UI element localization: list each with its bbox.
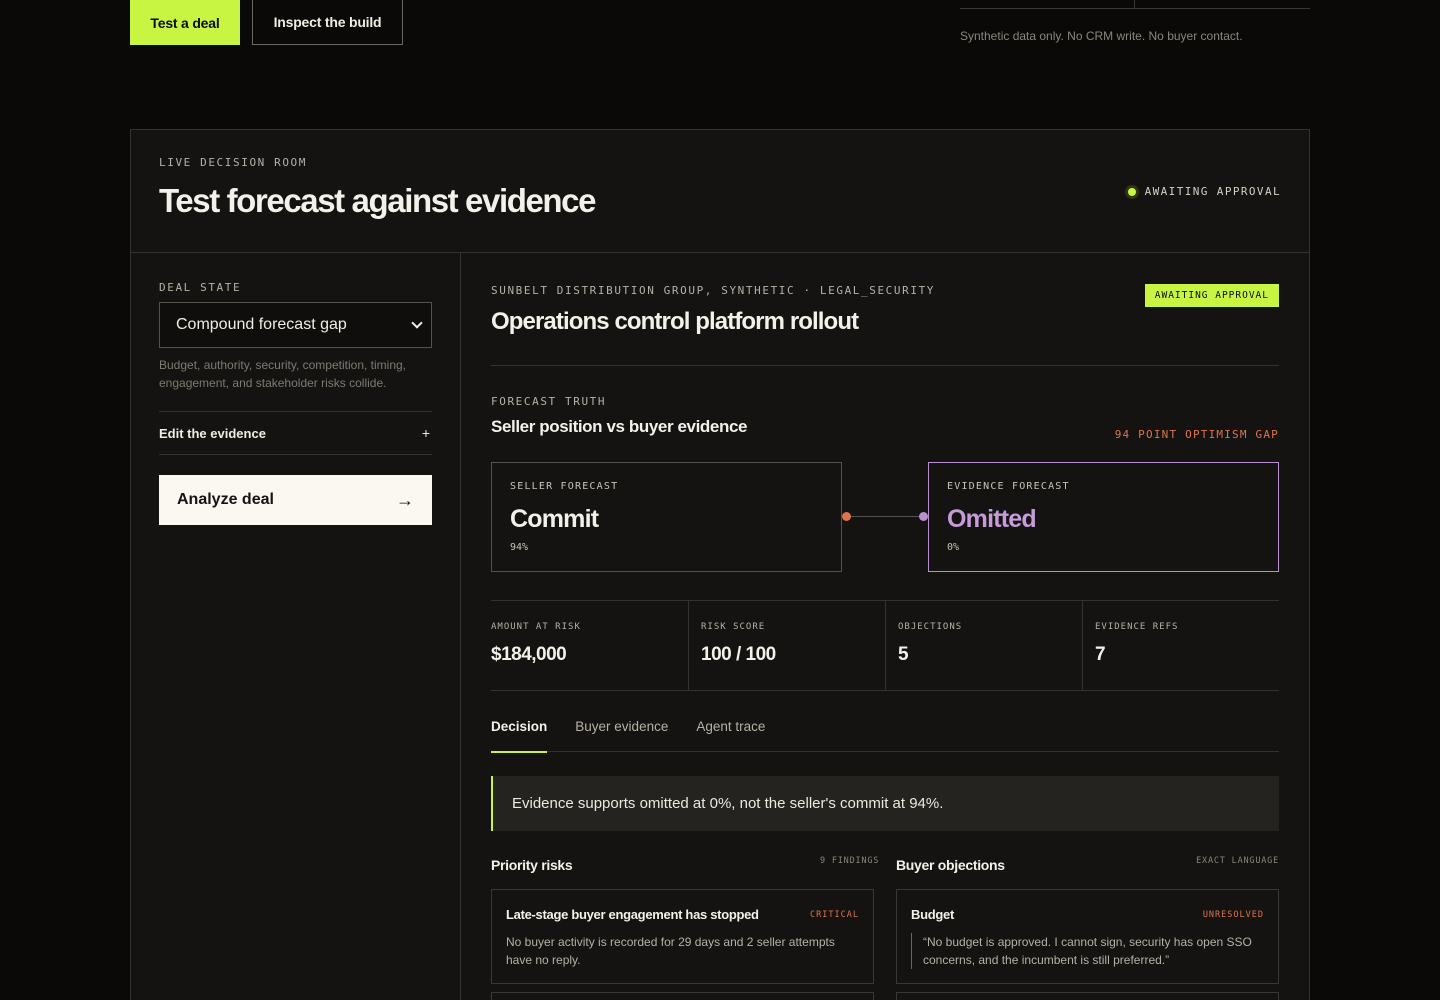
- status-badge: AWAITING APPROVAL: [1144, 284, 1279, 307]
- stat-value: 5: [898, 644, 909, 665]
- tab-buyer-evidence[interactable]: Buyer evidence: [575, 717, 668, 752]
- objection-card[interactable]: [896, 992, 1279, 1000]
- deal-state-sidebar: DEAL STATE Compound forecast gap Budget,…: [131, 253, 461, 1000]
- status-dot-icon: [1127, 187, 1136, 196]
- tab-decision[interactable]: Decision: [491, 717, 548, 753]
- evidence-forecast-card: EVIDENCE FORECAST Omitted 0%: [928, 462, 1279, 572]
- deal-eyebrow: SUNBELT DISTRIBUTION GROUP, SYNTHETIC · …: [491, 284, 936, 297]
- stat-evidence-refs: EVIDENCE REFS 7: [1082, 601, 1279, 690]
- edit-evidence-label: Edit the evidence: [159, 425, 266, 441]
- stat-label: OBJECTIONS: [898, 622, 963, 632]
- decision-room-panel: LIVE DECISION ROOM Test forecast against…: [130, 129, 1310, 1000]
- panel-header: LIVE DECISION ROOM Test forecast against…: [131, 130, 1309, 253]
- status-label: AWAITING APPROVAL: [1144, 185, 1281, 198]
- risk-card[interactable]: [491, 992, 874, 1000]
- seller-forecast-eyebrow: SELLER FORECAST: [510, 481, 619, 492]
- stats-row: AMOUNT AT RISK $184,000 RISK SCORE 100 /…: [491, 600, 1279, 691]
- objection-title: Budget: [911, 907, 954, 922]
- deal-state-eyebrow: DEAL STATE: [159, 281, 242, 294]
- status-indicator: AWAITING APPROVAL: [1127, 185, 1281, 198]
- panel-eyebrow: LIVE DECISION ROOM: [159, 156, 308, 169]
- page-title: Test forecast against evidence: [159, 182, 596, 219]
- forecast-eyebrow: FORECAST TRUTH: [491, 395, 607, 408]
- top-table-rule: [960, 8, 1310, 9]
- stat-risk-score: RISK SCORE 100 / 100: [688, 601, 885, 690]
- evidence-dot-icon: [919, 512, 928, 521]
- deal-state-help: Budget, authority, security, competition…: [159, 358, 407, 390]
- seller-forecast-card: SELLER FORECAST Commit 94%: [491, 462, 842, 572]
- optimism-gap-label: 94 POINT OPTIMISM GAP: [1114, 428, 1279, 441]
- objection-card[interactable]: Budget UNRESOLVED “No budget is approved…: [896, 889, 1279, 984]
- stat-label: EVIDENCE REFS: [1095, 622, 1179, 632]
- edit-evidence-toggle[interactable]: Edit the evidence +: [159, 411, 432, 455]
- tab-agent-trace[interactable]: Agent trace: [696, 717, 765, 752]
- analyze-deal-button[interactable]: Analyze deal →: [159, 475, 432, 525]
- forecast-connector: [846, 516, 923, 517]
- objection-quote: “No budget is approved. I cannot sign, s…: [911, 933, 1263, 969]
- disclaimer-text: Synthetic data only. No CRM write. No bu…: [960, 29, 1243, 43]
- stat-value: 100 / 100: [701, 644, 776, 665]
- deal-state-select-value: Compound forecast gap: [176, 316, 347, 333]
- decision-callout: Evidence supports omitted at 0%, not the…: [491, 776, 1279, 831]
- seller-forecast-pct: 94%: [510, 542, 529, 553]
- stat-label: RISK SCORE: [701, 622, 766, 632]
- divider: [491, 365, 1279, 366]
- stat-label: AMOUNT AT RISK: [491, 622, 581, 632]
- stat-value: 7: [1095, 644, 1106, 665]
- top-table-divider: [1134, 0, 1135, 8]
- stat-objections: OBJECTIONS 5: [885, 601, 1082, 690]
- plus-icon: +: [421, 425, 430, 441]
- seller-dot-icon: [842, 512, 851, 521]
- deal-title: Operations control platform rollout: [491, 308, 859, 335]
- risk-title: Late-stage buyer engagement has stopped: [506, 907, 759, 922]
- buyer-objections-meta: EXACT LANGUAGE: [1196, 856, 1279, 866]
- risk-severity-tag: CRITICAL: [810, 910, 859, 920]
- stat-value: $184,000: [491, 644, 567, 665]
- risk-card[interactable]: Late-stage buyer engagement has stopped …: [491, 889, 874, 984]
- risk-body: No buyer activity is recorded for 29 day…: [506, 935, 835, 967]
- deal-state-select[interactable]: Compound forecast gap: [159, 302, 432, 348]
- tab-bar: Decision Buyer evidence Agent trace: [491, 717, 1279, 753]
- arrow-right-icon: →: [396, 489, 414, 510]
- inspect-build-button[interactable]: Inspect the build: [252, 0, 403, 45]
- evidence-forecast-pct: 0%: [947, 542, 960, 553]
- deal-main: SUNBELT DISTRIBUTION GROUP, SYNTHETIC · …: [491, 253, 1279, 1000]
- evidence-forecast-eyebrow: EVIDENCE FORECAST: [947, 481, 1070, 492]
- objection-status-tag: UNRESOLVED: [1202, 910, 1264, 920]
- forecast-title: Seller position vs buyer evidence: [491, 417, 748, 436]
- stat-amount-at-risk: AMOUNT AT RISK $184,000: [491, 601, 688, 690]
- priority-risks-heading: Priority risks: [491, 857, 573, 873]
- chevron-down-icon: [411, 317, 423, 329]
- priority-risks-count: 9 FINDINGS: [820, 856, 880, 866]
- seller-forecast-value: Commit: [510, 505, 599, 533]
- buyer-objections-heading: Buyer objections: [896, 857, 1005, 873]
- test-deal-button[interactable]: Test a deal: [130, 0, 240, 45]
- evidence-forecast-value: Omitted: [947, 505, 1037, 533]
- analyze-deal-label: Analyze deal: [177, 491, 274, 508]
